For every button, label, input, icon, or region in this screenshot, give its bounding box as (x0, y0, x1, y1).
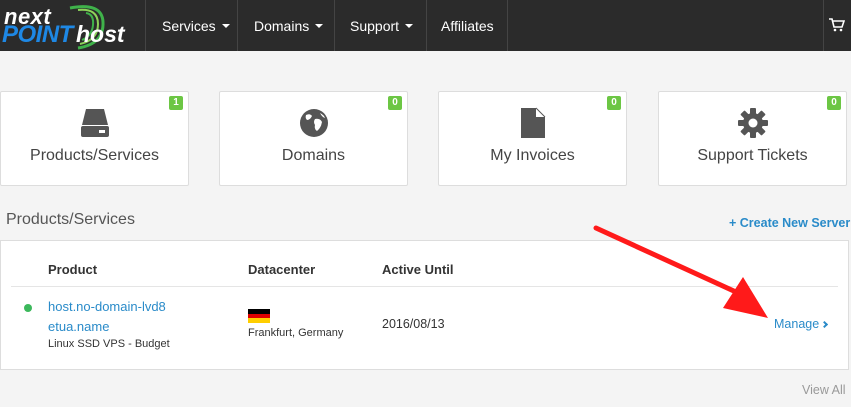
column-header-product: Product (48, 262, 98, 277)
chevron-down-icon (315, 23, 324, 28)
divider (11, 286, 838, 287)
products-table: Product Datacenter Active Until host.no-… (0, 240, 849, 370)
gear-icon (659, 107, 846, 144)
chevron-down-icon (405, 23, 414, 28)
logo-text-host: host (76, 21, 125, 47)
tile-label: My Invoices (490, 147, 575, 164)
top-navbar: next POINT host Services Domains Support… (0, 0, 851, 51)
globe-icon (220, 107, 407, 144)
nav-support[interactable]: Support (334, 0, 426, 51)
product-plan: Linux SSD VPS - Budget (48, 338, 170, 350)
nav-services-label: Services (162, 17, 216, 34)
nav-domains[interactable]: Domains (237, 0, 334, 51)
tile-domains[interactable]: 0 Domains (219, 91, 408, 186)
tile-products-services[interactable]: 1 Products/Services (0, 91, 189, 186)
product-name-link[interactable]: host.no-domain-lvd8etua.name (48, 297, 168, 337)
chevron-down-icon (221, 23, 230, 28)
manage-button[interactable]: Manage (774, 317, 829, 331)
column-header-datacenter: Datacenter (248, 262, 316, 277)
column-header-active-until: Active Until (382, 262, 454, 277)
tile-my-invoices[interactable]: 0 My Invoices (438, 91, 627, 186)
datacenter-location: Frankfurt, Germany (248, 327, 344, 339)
create-new-server-link[interactable]: + Create New Server (729, 216, 850, 230)
nav-support-label: Support (350, 17, 400, 34)
nav-domains-label: Domains (254, 17, 310, 34)
view-all-link[interactable]: View All (802, 383, 846, 397)
tile-label: Products/Services (30, 147, 159, 164)
status-active-icon (24, 304, 32, 312)
manage-label: Manage (774, 317, 820, 331)
brand-logo[interactable]: next POINT host (0, 0, 145, 51)
document-icon (439, 107, 626, 144)
germany-flag-icon (248, 309, 270, 323)
tile-support-tickets[interactable]: 0 Support Tickets (658, 91, 847, 186)
tile-label: Support Tickets (697, 147, 808, 164)
tile-label: Domains (281, 147, 346, 164)
cart-button[interactable] (823, 0, 851, 51)
logo-text-point: POINT (2, 21, 73, 48)
section-title: Products/Services (6, 211, 135, 228)
nav-services[interactable]: Services (145, 0, 237, 51)
server-icon (1, 107, 188, 144)
nav-affiliates-label: Affiliates (441, 17, 494, 34)
chevron-right-icon (821, 320, 829, 329)
cart-icon (829, 18, 845, 32)
nav-affiliates[interactable]: Affiliates (426, 0, 508, 51)
active-until-date: 2016/08/13 (382, 317, 445, 331)
